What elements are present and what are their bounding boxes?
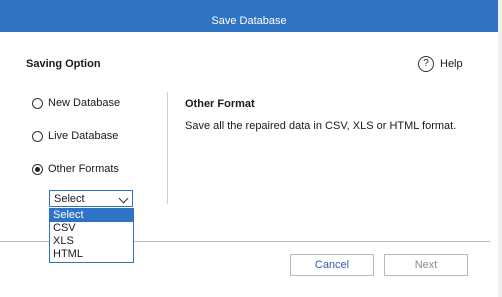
- radio-other-formats-circle: [32, 163, 43, 175]
- window-title: Save Database: [211, 15, 287, 27]
- format-dropdown-list: Select CSV XLS HTML: [49, 208, 134, 263]
- radio-other-formats[interactable]: Other Formats: [32, 163, 119, 175]
- cancel-button[interactable]: Cancel: [290, 254, 374, 276]
- description-title: Other Format: [185, 98, 255, 110]
- dropdown-option-html[interactable]: HTML: [50, 248, 133, 261]
- help-icon: ?: [418, 56, 434, 72]
- help-label: Help: [440, 58, 463, 70]
- help-button[interactable]: ? Help: [418, 56, 463, 72]
- vertical-separator: [167, 92, 168, 204]
- dropdown-option-csv[interactable]: CSV: [50, 222, 133, 235]
- radio-live-database[interactable]: Live Database: [32, 130, 118, 142]
- description-text: Save all the repaired data in CSV, XLS o…: [185, 120, 457, 132]
- radio-new-database-circle: [32, 97, 43, 109]
- radio-new-database[interactable]: New Database: [32, 97, 120, 109]
- format-select-value: Select: [54, 192, 85, 205]
- chevron-down-icon: [118, 193, 129, 204]
- radio-new-database-label: New Database: [48, 97, 121, 109]
- dropdown-option-select[interactable]: Select: [50, 209, 133, 222]
- format-select[interactable]: Select: [49, 190, 133, 207]
- radio-live-database-circle: [32, 130, 43, 142]
- saving-option-label: Saving Option: [26, 58, 101, 70]
- next-button[interactable]: Next: [384, 254, 468, 276]
- radio-live-database-label: Live Database: [48, 130, 119, 142]
- radio-other-formats-label: Other Formats: [48, 163, 119, 175]
- window-edge: [498, 0, 502, 297]
- dropdown-option-xls[interactable]: XLS: [50, 235, 133, 248]
- window-title-bar: Save Database: [0, 0, 498, 32]
